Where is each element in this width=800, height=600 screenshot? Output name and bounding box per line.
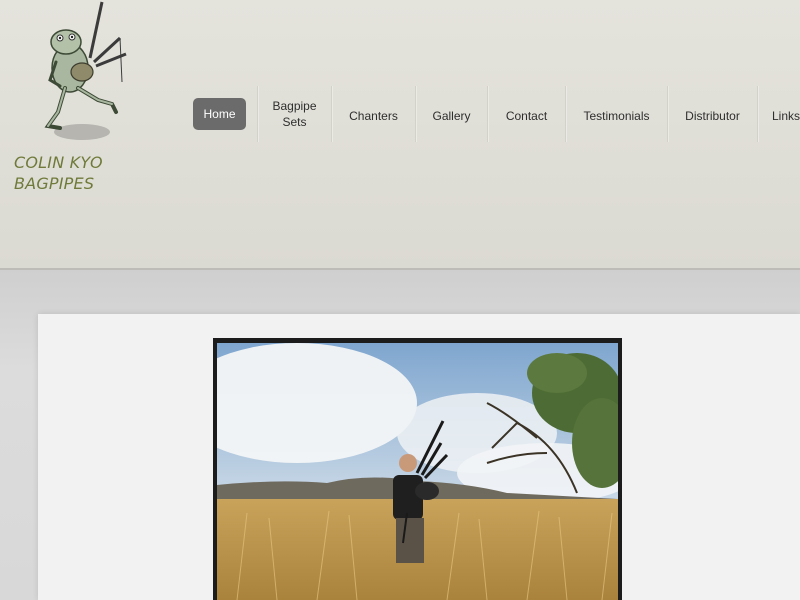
nav-item-label: Testimonials — [583, 109, 650, 123]
nav-item-contact[interactable]: Contact — [488, 86, 566, 142]
nav-item-label: Home — [193, 98, 246, 130]
nav-item-bagpipe-sets[interactable]: Bagpipe Sets — [258, 86, 332, 142]
nav-item-chanters[interactable]: Chanters — [332, 86, 416, 142]
nav-item-testimonials[interactable]: Testimonials — [566, 86, 668, 142]
frog-bagpiper-icon — [44, 1, 127, 140]
nav-item-links[interactable]: Links — [758, 86, 800, 142]
site-header: COLIN KYO BAGPIPES Home Bagpipe Sets Cha… — [0, 0, 800, 270]
logo-line-1: COLIN KYO — [14, 153, 103, 172]
nav-item-home[interactable]: Home — [182, 86, 258, 142]
nav-item-label: Distributor — [685, 109, 740, 123]
nav-item-distributor[interactable]: Distributor — [668, 86, 758, 142]
nav-item-label: Gallery — [432, 109, 471, 123]
bagpiper-photo — [217, 343, 618, 600]
logo-wordmark: COLIN KYO BAGPIPES — [14, 152, 103, 194]
site-logo[interactable]: COLIN KYO BAGPIPES — [10, 0, 140, 200]
hero-photo — [213, 338, 622, 600]
nav-item-label: Chanters — [349, 109, 398, 123]
nav-item-label: Contact — [505, 109, 548, 123]
logo-line-2: BAGPIPES — [14, 174, 95, 193]
nav-item-label: Links — [772, 109, 800, 123]
nav-item-gallery[interactable]: Gallery — [416, 86, 488, 142]
main-nav: Home Bagpipe Sets Chanters Gallery Conta… — [182, 86, 800, 146]
nav-item-label: Bagpipe Sets — [272, 99, 317, 129]
